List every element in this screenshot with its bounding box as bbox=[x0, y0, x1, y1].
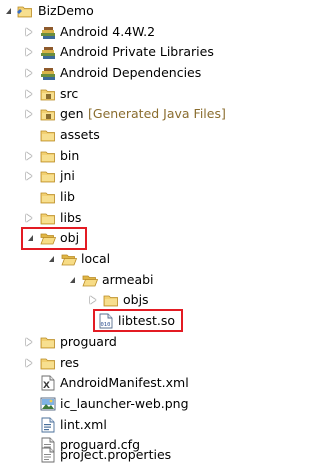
tree-label: Android 4.4W.2 bbox=[60, 24, 156, 39]
folder-icon bbox=[40, 171, 55, 183]
expanded-arrow-icon[interactable] bbox=[49, 256, 54, 262]
tree-row-gen[interactable]: gen [Generated Java Files] bbox=[0, 104, 252, 124]
text-file-icon bbox=[41, 447, 55, 463]
tree-label: armeabi bbox=[102, 272, 154, 287]
folder-icon bbox=[40, 130, 55, 142]
folder-icon bbox=[103, 295, 118, 307]
folder-open-icon bbox=[82, 275, 98, 287]
tree-row-bin[interactable]: bin bbox=[0, 146, 252, 166]
tree-row-res[interactable]: res bbox=[0, 353, 252, 373]
tree-row-src[interactable]: src bbox=[0, 84, 252, 104]
tree-row-objs[interactable]: objs bbox=[0, 290, 252, 310]
tree-label: proguard bbox=[60, 334, 117, 349]
tree-row-android-platform[interactable]: Android 4.4W.2 bbox=[0, 22, 252, 42]
svg-text:X: X bbox=[43, 381, 50, 391]
folder-icon bbox=[40, 337, 55, 349]
collapsed-arrow-icon[interactable] bbox=[26, 172, 32, 180]
collapsed-arrow-icon[interactable] bbox=[26, 48, 32, 56]
tree-label: res bbox=[60, 355, 80, 370]
tree-row-jni[interactable]: jni bbox=[0, 166, 252, 186]
project-folder-icon bbox=[17, 6, 32, 18]
tree-row-dependencies[interactable]: Android Dependencies bbox=[0, 63, 252, 83]
tree-row-lint-xml[interactable]: lint.xml bbox=[0, 415, 252, 435]
tree-row-bizdemo[interactable]: BizDemo bbox=[0, 1, 252, 21]
tree-label: jni bbox=[60, 168, 75, 183]
collapsed-arrow-icon[interactable] bbox=[26, 152, 32, 160]
folder-icon bbox=[40, 358, 55, 370]
tree-label: ic_launcher-web.png bbox=[60, 396, 189, 411]
tree-label: project.properties bbox=[60, 447, 172, 462]
tree-label: lib bbox=[60, 189, 75, 204]
collapsed-arrow-icon[interactable] bbox=[26, 28, 32, 36]
folder-icon bbox=[40, 213, 55, 225]
expanded-arrow-icon[interactable] bbox=[70, 277, 75, 283]
tree-row-android-manifest[interactable]: X AndroidManifest.xml bbox=[0, 373, 252, 393]
tree-row-libs[interactable]: libs bbox=[0, 208, 252, 228]
folder-icon bbox=[40, 192, 55, 204]
tree-row-local[interactable]: local bbox=[0, 249, 252, 269]
image-file-icon bbox=[40, 397, 56, 411]
highlight-box-libtest bbox=[93, 309, 183, 332]
folder-open-icon bbox=[61, 254, 77, 266]
tree-row-private-libraries[interactable]: Android Private Libraries bbox=[0, 42, 252, 62]
tree-label: Android Dependencies bbox=[60, 65, 202, 80]
tree-label: libs bbox=[60, 210, 82, 225]
tree-label: bin bbox=[60, 148, 80, 163]
tree-label: src bbox=[60, 86, 79, 101]
collapsed-arrow-icon[interactable] bbox=[26, 90, 32, 98]
library-books-icon bbox=[41, 68, 55, 80]
collapsed-arrow-icon[interactable] bbox=[90, 296, 96, 304]
source-folder-icon bbox=[40, 89, 55, 101]
library-books-icon bbox=[41, 47, 55, 59]
collapsed-arrow-icon[interactable] bbox=[26, 110, 32, 118]
tree-row-assets[interactable]: assets bbox=[0, 125, 252, 145]
tree-row-project-properties[interactable]: project.properties bbox=[0, 445, 252, 465]
tree-row-armeabi[interactable]: armeabi bbox=[0, 270, 252, 290]
tree-label: lint.xml bbox=[60, 417, 107, 432]
tree-label: gen bbox=[60, 106, 84, 121]
collapsed-arrow-icon[interactable] bbox=[26, 69, 32, 77]
tree-label: assets bbox=[60, 127, 100, 142]
folder-icon bbox=[40, 151, 55, 163]
tree-label-decoration: [Generated Java Files] bbox=[88, 106, 226, 121]
collapsed-arrow-icon[interactable] bbox=[26, 359, 32, 367]
library-books-icon bbox=[41, 27, 55, 39]
expanded-arrow-icon[interactable] bbox=[6, 8, 11, 14]
tree-label: BizDemo bbox=[38, 3, 94, 18]
tree-row-proguard[interactable]: proguard bbox=[0, 332, 252, 352]
android-manifest-icon: X bbox=[41, 375, 55, 391]
collapsed-arrow-icon[interactable] bbox=[26, 338, 32, 346]
tree-row-lib[interactable]: lib bbox=[0, 187, 252, 207]
tree-row-ic-launcher[interactable]: ic_launcher-web.png bbox=[0, 394, 252, 414]
source-folder-icon bbox=[40, 109, 55, 121]
highlight-box-obj bbox=[21, 227, 87, 250]
collapsed-arrow-icon[interactable] bbox=[26, 214, 32, 222]
xml-file-icon bbox=[41, 417, 55, 433]
tree-label: local bbox=[81, 251, 111, 266]
tree-label: AndroidManifest.xml bbox=[60, 375, 189, 390]
tree-label: objs bbox=[123, 292, 149, 307]
tree-label: Android Private Libraries bbox=[60, 44, 214, 59]
project-explorer-tree: BizDemo Android 4.4W.2 Android Private L… bbox=[0, 0, 252, 463]
